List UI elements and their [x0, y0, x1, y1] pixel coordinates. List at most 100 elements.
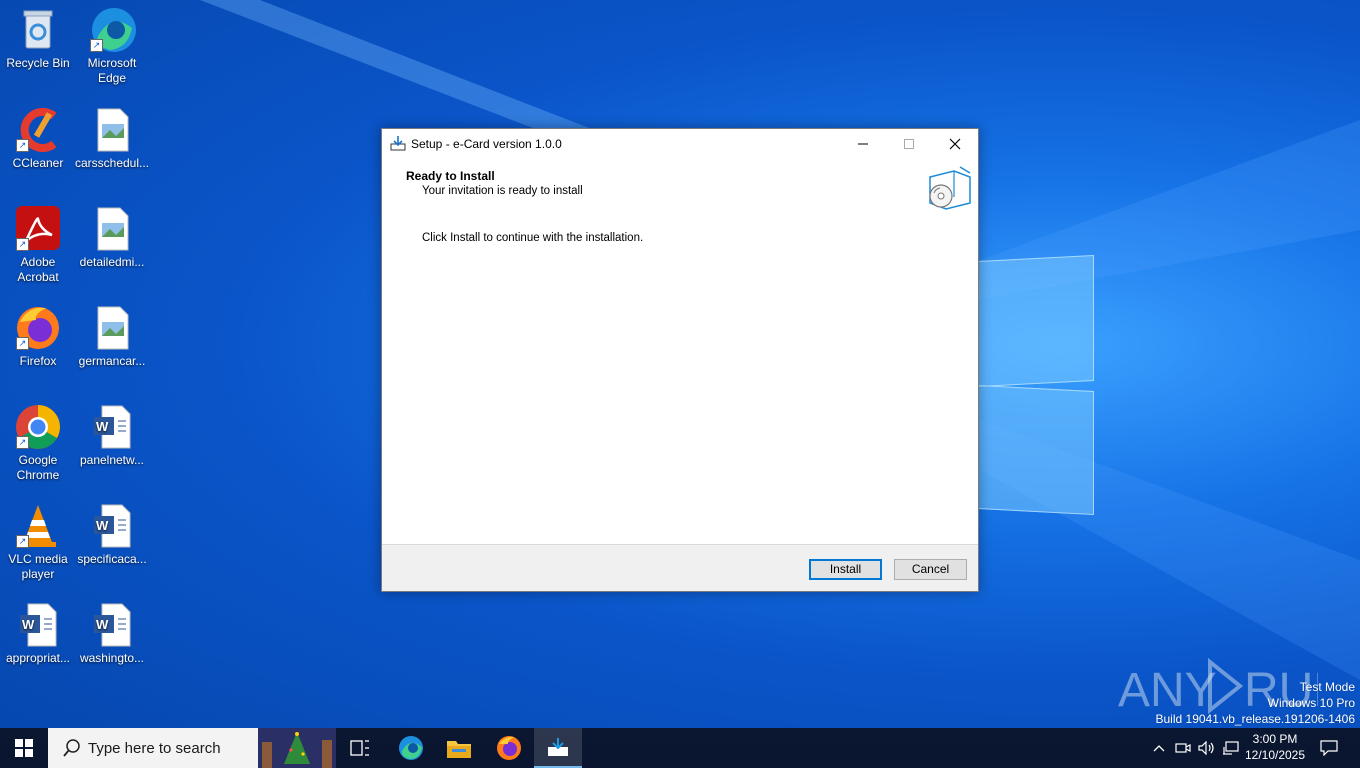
desktop-icon-label: panelnetw... — [79, 453, 145, 467]
close-button[interactable] — [932, 129, 978, 159]
cancel-button[interactable]: Cancel — [894, 559, 967, 580]
page-subtitle: Your invitation is ready to install — [422, 185, 583, 197]
setup-dialog: Setup - e-Card version 1.0.0 Ready to In… — [381, 128, 979, 592]
shortcut-arrow-icon: ↗ — [16, 337, 29, 350]
installer-icon — [390, 135, 406, 151]
desktop-icon-germancar[interactable]: germancar... — [74, 304, 150, 369]
desktop-icon-label: Firefox — [19, 354, 57, 368]
desktop-icon-panelnetw[interactable]: W panelnetw... — [74, 403, 150, 468]
shortcut-arrow-icon: ↗ — [16, 238, 29, 251]
clock-date: 12/10/2025 — [1244, 748, 1306, 762]
dialog-footer: Install Cancel — [382, 544, 978, 591]
task-view-icon — [350, 740, 369, 756]
wizard-header: Ready to Install Your invitation is read… — [382, 159, 978, 229]
search-highlight-image — [258, 728, 336, 768]
desktop-icon-appropriat[interactable]: W appropriat... — [0, 601, 76, 666]
minimize-icon — [858, 143, 868, 145]
notification-icon — [1320, 740, 1338, 756]
desktop-icon-edge[interactable]: ↗ Microsoft Edge — [74, 6, 150, 86]
acrobat-icon: ↗ — [14, 205, 62, 253]
meet-now-icon — [1175, 743, 1191, 753]
show-hidden-icons-button[interactable] — [1150, 728, 1168, 768]
chevron-up-icon — [1153, 745, 1165, 752]
desktop-icon-detailedmi[interactable]: detailedmi... — [74, 205, 150, 270]
recycle-bin-icon — [14, 6, 62, 54]
search-icon — [62, 738, 82, 758]
install-button[interactable]: Install — [809, 559, 882, 580]
desktop-icon-firefox[interactable]: ↗ Firefox — [0, 304, 76, 369]
desktop-icon-specificaca[interactable]: W specificaca... — [74, 502, 150, 567]
desktop-icon-label: Google Chrome — [16, 453, 60, 482]
word-doc-icon: W — [88, 403, 136, 451]
shortcut-arrow-icon: ↗ — [16, 139, 29, 152]
desktop-icon-label: appropriat... — [5, 651, 71, 665]
task-view-button[interactable] — [336, 728, 384, 768]
desktop-icon-vlc[interactable]: ↗ VLC media player — [0, 502, 76, 582]
dialog-title: Setup - e-Card version 1.0.0 — [411, 137, 562, 151]
desktop-icon-label: carsschedul... — [74, 156, 150, 170]
windows-start-icon — [15, 739, 33, 757]
edge-icon — [399, 736, 423, 760]
chrome-icon: ↗ — [14, 403, 62, 451]
maximize-button[interactable] — [886, 129, 932, 159]
taskbar-search[interactable]: Type here to search — [48, 728, 336, 768]
taskbar-edge[interactable] — [387, 728, 435, 768]
close-icon — [949, 138, 961, 150]
image-file-icon — [88, 304, 136, 352]
firefox-icon — [497, 736, 521, 760]
maximize-icon — [904, 139, 914, 149]
build-text: Build 19041.vb_release.191206-1406 — [1155, 712, 1356, 726]
taskbar-clock[interactable]: 3:00 PM 12/10/2025 — [1236, 731, 1314, 763]
desktop-icon-label: VLC media player — [8, 552, 68, 581]
taskbar-firefox[interactable] — [485, 728, 533, 768]
installer-icon — [548, 738, 568, 756]
desktop-icon-carsschedul[interactable]: carsschedul... — [74, 106, 150, 171]
package-disc-icon — [924, 163, 974, 213]
install-instructions: Click Install to continue with the insta… — [422, 232, 644, 244]
desktop-icon-label: detailedmi... — [79, 255, 145, 269]
desktop-icon-google-chrome[interactable]: ↗ Google Chrome — [0, 403, 76, 483]
taskbar: Type here to search 3:00 PM 12/10/2025 — [0, 728, 1360, 768]
start-button[interactable] — [0, 728, 48, 768]
clock-time: 3:00 PM — [1252, 732, 1298, 746]
desktop-icon-label: Recycle Bin — [6, 56, 70, 70]
os-watermark: Test Mode Windows 10 Pro Build 19041.vb_… — [1156, 679, 1356, 727]
desktop-icon-label: washingto... — [79, 651, 145, 665]
volume-icon — [1198, 741, 1214, 755]
dialog-titlebar[interactable]: Setup - e-Card version 1.0.0 — [382, 129, 978, 159]
svg-text:W: W — [96, 419, 109, 434]
svg-text:W: W — [96, 617, 109, 632]
svg-text:W: W — [22, 617, 35, 632]
tray-volume[interactable] — [1196, 728, 1218, 768]
action-center-button[interactable] — [1314, 728, 1344, 768]
ccleaner-icon: ↗ — [14, 106, 62, 154]
folder-icon — [447, 741, 471, 758]
test-mode-text: Test Mode — [1299, 680, 1355, 694]
vlc-icon: ↗ — [14, 502, 62, 550]
page-title: Ready to Install — [406, 169, 495, 183]
desktop-icon-label: germancar... — [78, 354, 146, 368]
desktop-icon-washingto[interactable]: W washingto... — [74, 601, 150, 666]
shortcut-arrow-icon: ↗ — [90, 39, 103, 52]
edition-text: Windows 10 Pro — [1267, 696, 1355, 710]
firefox-icon: ↗ — [14, 304, 62, 352]
shortcut-arrow-icon: ↗ — [16, 535, 29, 548]
desktop-icon-recycle-bin[interactable]: Recycle Bin — [0, 6, 76, 71]
image-file-icon — [88, 106, 136, 154]
image-file-icon — [88, 205, 136, 253]
search-placeholder: Type here to search — [88, 740, 221, 757]
minimize-button[interactable] — [840, 129, 886, 159]
word-doc-icon: W — [14, 601, 62, 649]
tray-meet-now[interactable] — [1173, 728, 1193, 768]
desktop-icon-ccleaner[interactable]: ↗ CCleaner — [0, 106, 76, 171]
desktop-icon-label: Adobe Acrobat — [17, 255, 59, 284]
taskbar-setup-installer[interactable] — [534, 728, 582, 768]
svg-text:W: W — [96, 518, 109, 533]
taskbar-file-explorer[interactable] — [435, 728, 483, 768]
edge-icon: ↗ — [88, 6, 136, 54]
desktop-icon-label: specificaca... — [77, 552, 147, 566]
shortcut-arrow-icon: ↗ — [16, 436, 29, 449]
desktop-icon-adobe-acrobat[interactable]: ↗ Adobe Acrobat — [0, 205, 76, 285]
desktop-icon-label: Microsoft Edge — [87, 56, 137, 85]
windows-logo-pane-top — [978, 254, 1094, 388]
